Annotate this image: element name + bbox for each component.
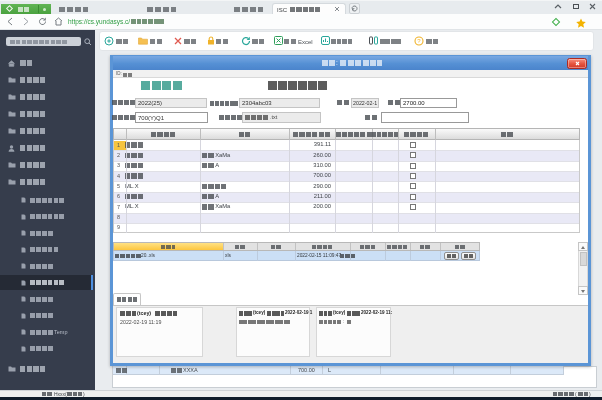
svg-text:?: ? [417,38,421,44]
